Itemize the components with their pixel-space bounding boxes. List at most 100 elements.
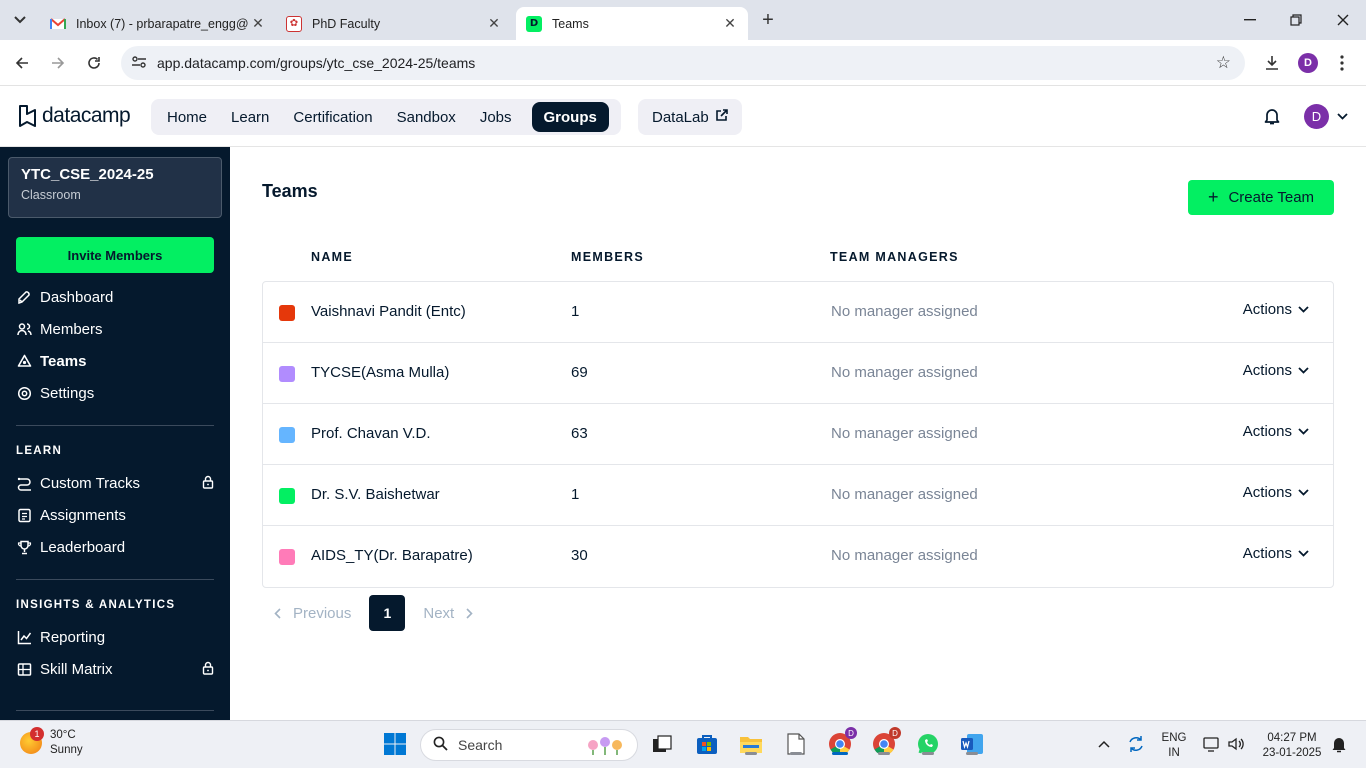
next-page-button[interactable]: Next xyxy=(423,605,473,622)
nav-datalab[interactable]: DataLab xyxy=(638,99,742,135)
nav-sandbox[interactable]: Sandbox xyxy=(385,102,468,132)
browser-menu-icon[interactable] xyxy=(1330,51,1354,75)
previous-page-button[interactable]: Previous xyxy=(274,605,351,622)
file-explorer-icon[interactable] xyxy=(738,731,764,757)
chrome-icon[interactable]: D xyxy=(871,727,901,757)
sync-icon[interactable] xyxy=(1123,731,1149,757)
datacamp-logo[interactable]: datacamp xyxy=(18,104,131,128)
team-name[interactable]: Dr. S.V. Baishetwar xyxy=(311,486,440,503)
page-number-button[interactable]: 1 xyxy=(369,595,406,631)
sidebar-item-leaderboard[interactable]: Leaderboard xyxy=(16,534,214,560)
browser-tab-phd-faculty[interactable]: ✿ PhD Faculty ✕ xyxy=(276,7,512,40)
microsoft-store-icon[interactable] xyxy=(694,731,720,757)
downloads-icon[interactable] xyxy=(1260,51,1284,75)
network-icon[interactable] xyxy=(1199,731,1225,757)
clock[interactable]: 04:27 PM 23-01-2025 xyxy=(1256,731,1328,761)
sidebar-item-custom-tracks[interactable]: Custom Tracks xyxy=(16,470,214,496)
next-label: Next xyxy=(423,604,455,622)
logo-text: datacamp xyxy=(42,104,131,127)
notepad-icon[interactable] xyxy=(783,731,809,757)
team-color-swatch xyxy=(279,488,295,504)
chevron-down-icon xyxy=(1298,306,1309,313)
sidebar-item-reporting[interactable]: Reporting xyxy=(16,624,214,650)
sidebar-item-label: Leaderboard xyxy=(40,538,126,556)
sidebar-item-skill-matrix[interactable]: Skill Matrix xyxy=(16,656,214,682)
team-name[interactable]: TYCSE(Asma Mulla) xyxy=(311,364,449,381)
user-menu[interactable]: D xyxy=(1304,104,1348,129)
task-view-icon[interactable] xyxy=(649,731,675,757)
actions-dropdown[interactable]: Actions xyxy=(1243,545,1309,562)
group-switcher[interactable]: YTC_CSE_2024-25 Classroom xyxy=(8,157,222,218)
actions-label: Actions xyxy=(1242,362,1292,379)
weather-widget[interactable]: 1 30°C Sunny xyxy=(20,727,83,758)
taskbar-search[interactable]: Search xyxy=(420,729,638,761)
chrome-icon[interactable]: D xyxy=(827,727,857,757)
restore-icon[interactable] xyxy=(1284,8,1308,32)
close-tab-icon[interactable]: ✕ xyxy=(486,15,502,32)
reload-icon[interactable] xyxy=(82,51,106,75)
create-team-button[interactable]: + Create Team xyxy=(1188,180,1334,215)
sidebar-heading-learn: LEARN xyxy=(16,445,63,457)
sidebar-item-label: Members xyxy=(40,320,103,338)
sidebar-item-members[interactable]: Members xyxy=(16,316,214,342)
team-color-swatch xyxy=(279,366,295,382)
close-tab-icon[interactable]: ✕ xyxy=(250,15,266,32)
page-title: Teams xyxy=(262,181,318,201)
nav-learn[interactable]: Learn xyxy=(219,102,281,132)
browser-address-bar: app.datacamp.com/groups/ytc_cse_2024-25/… xyxy=(0,40,1366,86)
nav-home[interactable]: Home xyxy=(155,102,219,132)
bookmark-star-icon[interactable]: ☆ xyxy=(1216,53,1231,73)
language-code: ENG xyxy=(1161,732,1187,744)
notification-center-icon[interactable] xyxy=(1326,731,1352,757)
close-window-icon[interactable] xyxy=(1331,8,1355,32)
team-name[interactable]: Vaishnavi Pandit (Entc) xyxy=(311,303,466,320)
search-highlight-flowers-icon xyxy=(585,734,629,756)
datalab-label: DataLab xyxy=(652,108,709,126)
site-settings-icon[interactable] xyxy=(131,55,151,72)
team-manager: No manager assigned xyxy=(831,425,978,442)
sidebar-heading-insights: INSIGHTS & ANALYTICS xyxy=(16,599,176,611)
nav-groups[interactable]: Groups xyxy=(531,102,609,132)
sidebar-item-label: Assignments xyxy=(40,506,126,524)
college-icon: ✿ xyxy=(286,15,302,32)
actions-dropdown[interactable]: Actions xyxy=(1243,362,1309,379)
whatsapp-icon[interactable] xyxy=(915,731,941,757)
nav-certification[interactable]: Certification xyxy=(281,102,384,132)
close-tab-icon[interactable]: ✕ xyxy=(722,15,738,32)
sidebar-item-dashboard[interactable]: Dashboard xyxy=(16,284,214,310)
tab-search-chevron-icon[interactable] xyxy=(8,8,32,32)
address-field[interactable]: app.datacamp.com/groups/ytc_cse_2024-25/… xyxy=(121,46,1245,80)
windows-start-icon[interactable] xyxy=(382,731,408,757)
invite-members-button[interactable]: Invite Members xyxy=(16,237,214,273)
profile-avatar[interactable]: D xyxy=(1296,51,1320,75)
language-indicator[interactable]: ENG IN xyxy=(1158,731,1190,761)
teams-icon xyxy=(16,353,32,369)
back-icon[interactable] xyxy=(10,51,34,75)
volume-icon[interactable] xyxy=(1223,731,1249,757)
forward-icon[interactable] xyxy=(46,51,70,75)
sidebar-item-assignments[interactable]: Assignments xyxy=(16,502,214,528)
running-indicator xyxy=(790,752,802,755)
notifications-bell-icon[interactable] xyxy=(1260,104,1284,128)
sidebar-item-label: Custom Tracks xyxy=(40,474,141,492)
actions-dropdown[interactable]: Actions xyxy=(1243,423,1309,440)
sidebar-divider xyxy=(16,710,214,711)
main-navigation: Home Learn Certification Sandbox Jobs Gr… xyxy=(151,99,621,135)
windows-taskbar: 1 30°C Sunny Search D D ENG IN 04:27 PM … xyxy=(0,720,1366,768)
actions-dropdown[interactable]: Actions xyxy=(1243,301,1309,318)
minimize-icon[interactable] xyxy=(1238,8,1262,32)
actions-dropdown[interactable]: Actions xyxy=(1243,484,1309,501)
word-icon[interactable] xyxy=(959,731,985,757)
team-name[interactable]: Prof. Chavan V.D. xyxy=(311,425,431,442)
teams-page: Teams + Create Team NAME MEMBERS TEAM MA… xyxy=(230,147,1366,720)
new-tab-icon[interactable]: + xyxy=(756,8,780,32)
browser-tab-gmail[interactable]: Inbox (7) - prbarapatre_engg@ ✕ xyxy=(40,7,276,40)
chevron-down-icon xyxy=(1298,367,1309,374)
actions-label: Actions xyxy=(1242,545,1292,562)
sidebar-item-settings[interactable]: Settings xyxy=(16,380,214,406)
browser-tab-teams[interactable]: Ⅾ Teams ✕ xyxy=(516,7,748,40)
nav-jobs[interactable]: Jobs xyxy=(468,102,524,132)
sidebar-item-teams[interactable]: Teams xyxy=(16,348,214,374)
team-name[interactable]: AIDS_TY(Dr. Barapatre) xyxy=(311,547,473,564)
show-hidden-icons-chevron-icon[interactable] xyxy=(1091,731,1117,757)
